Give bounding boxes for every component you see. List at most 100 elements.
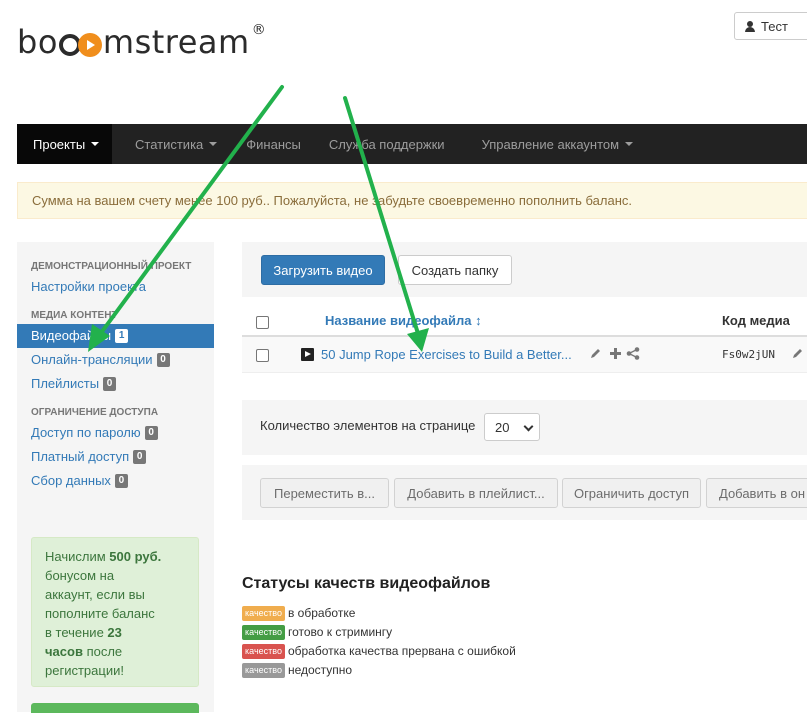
- status-label-processing: качество: [242, 605, 285, 621]
- video-play-icon[interactable]: [301, 348, 314, 361]
- bulk-actions-bar: Переместить в... Добавить в плейлист... …: [242, 465, 807, 520]
- items-per-page-label: Количество элементов на странице: [260, 418, 476, 433]
- status-row-error: качество обработка качества прервана с о…: [242, 643, 516, 659]
- status-row-unavailable: качество недоступно: [242, 662, 352, 678]
- status-text: готово к стримингу: [287, 625, 393, 639]
- boomstream-logo[interactable]: bo mstream ®: [17, 20, 266, 64]
- sidebar-header-demo: ДЕМОНСТРАЦИОННЫЙ ПРОЕКТ: [31, 261, 192, 272]
- column-name-label: Название видеофайла: [325, 313, 472, 328]
- logo-text-prefix: bo: [17, 23, 58, 61]
- caret-down-icon: [209, 142, 218, 146]
- bonus-text: Начислим: [45, 549, 110, 564]
- plus-add-icon[interactable]: [610, 347, 621, 361]
- status-text: недоступно: [287, 663, 353, 677]
- bonus-offer-box: Начислим 500 руб. бонусом на аккаунт, ес…: [31, 537, 199, 687]
- status-label-error: качество: [242, 643, 285, 659]
- bonus-text: бонусом на: [45, 568, 115, 583]
- bonus-hours: 23: [107, 625, 122, 640]
- table-header: Название видеофайла ↕ Код медиа: [242, 305, 807, 337]
- count-badge: 0: [156, 353, 170, 367]
- count-badge: 0: [133, 450, 147, 464]
- upload-video-button[interactable]: Загрузить видео: [261, 255, 385, 285]
- restrict-access-button[interactable]: Ограничить доступ: [562, 478, 701, 508]
- nav-projects-label: Проекты: [33, 136, 86, 152]
- bonus-text: в течение: [45, 625, 108, 640]
- sidebar-item-label: Видеофайлы: [31, 328, 112, 343]
- column-header-code: Код медиа: [722, 313, 790, 328]
- sidebar-item-label: Онлайн-трансляции: [31, 352, 153, 367]
- status-text: в обработке: [287, 606, 356, 620]
- pencil-edit-icon[interactable]: [590, 347, 602, 361]
- bonus-amount: 500 руб.: [109, 549, 162, 564]
- sidebar-header-media: МЕДИА КОНТЕНТ: [31, 310, 118, 321]
- sidebar: ДЕМОНСТРАЦИОННЫЙ ПРОЕКТ Настройки проект…: [17, 242, 214, 713]
- count-badge: 0: [103, 377, 117, 391]
- video-toolbar: Загрузить видео Создать папку: [242, 242, 807, 297]
- bonus-text: регистрации!: [45, 663, 124, 678]
- sidebar-item-label: Сбор данных: [31, 473, 111, 488]
- chevron-down-icon: [523, 421, 534, 432]
- caret-down-icon: [625, 142, 634, 146]
- items-per-page-box: Количество элементов на странице 20: [242, 400, 807, 455]
- status-text: обработка качества прервана с ошибкой: [287, 644, 516, 658]
- media-code: Fs0w2jUN: [722, 348, 775, 361]
- sidebar-header-access: ОГРАНИЧЕНИЕ ДОСТУПА: [31, 407, 159, 418]
- sidebar-item-data-collection[interactable]: Сбор данных 0: [17, 469, 214, 493]
- sidebar-item-live-streams[interactable]: Онлайн-трансляции 0: [17, 348, 214, 372]
- add-to-other-button[interactable]: Добавить в он: [706, 478, 807, 508]
- user-name: Тест: [761, 18, 788, 34]
- create-folder-button[interactable]: Создать папку: [398, 255, 512, 285]
- move-to-button[interactable]: Переместить в...: [260, 478, 389, 508]
- sidebar-item-password-access[interactable]: Доступ по паролю 0: [17, 421, 214, 445]
- nav-support[interactable]: Служба поддержки: [317, 124, 461, 164]
- low-balance-alert: Сумма на вашем счету менее 100 руб.. Пож…: [17, 182, 807, 219]
- count-badge: 0: [144, 426, 158, 440]
- nav-finance[interactable]: Финансы: [233, 124, 317, 164]
- bonus-hours-word: часов: [45, 644, 83, 659]
- sidebar-item-videofiles[interactable]: Видеофайлы 1: [17, 324, 214, 348]
- bonus-text: после: [82, 644, 123, 659]
- select-all-checkbox[interactable]: [256, 316, 269, 329]
- items-per-page-select[interactable]: 20: [484, 413, 540, 441]
- bonus-text: пополните баланс: [45, 606, 155, 621]
- nav-projects[interactable]: Проекты: [17, 124, 112, 164]
- sidebar-item-playlists[interactable]: Плейлисты 0: [17, 372, 214, 396]
- nav-account-label: Управление аккаунтом: [481, 136, 620, 152]
- video-title-link[interactable]: 50 Jump Rope Exercises to Build a Better…: [321, 347, 572, 362]
- sidebar-item-label: Настройки проекта: [31, 279, 146, 294]
- logo-text-suffix: mstream: [102, 23, 250, 61]
- pencil-edit-icon[interactable]: [792, 347, 804, 361]
- videos-table: Название видеофайла ↕ Код медиа 50 Jump …: [242, 305, 807, 373]
- user-icon: [745, 20, 755, 32]
- add-to-playlist-button[interactable]: Добавить в плейлист...: [394, 478, 558, 508]
- nav-statistics-label: Статистика: [135, 136, 204, 152]
- main-navbar: Проекты Статистика Финансы Служба поддер…: [17, 124, 807, 164]
- nav-account[interactable]: Управление аккаунтом: [461, 124, 650, 164]
- status-label-ready: качество: [242, 624, 285, 640]
- caret-down-icon: [91, 142, 100, 146]
- topup-button-partial[interactable]: [31, 703, 199, 713]
- items-per-page-value: 20: [495, 419, 510, 435]
- sidebar-item-label: Плейлисты: [31, 376, 100, 391]
- user-menu-button[interactable]: Тест: [734, 12, 807, 40]
- status-label-unavailable: качество: [242, 662, 285, 678]
- row-checkbox[interactable]: [256, 349, 269, 362]
- sidebar-item-label: Платный доступ: [31, 449, 130, 464]
- logo-play-mark: [58, 27, 102, 57]
- registered-mark: ®: [251, 22, 267, 38]
- alert-text: Сумма на вашем счету менее 100 руб.. Пож…: [32, 193, 632, 208]
- sidebar-item-label: Доступ по паролю: [31, 425, 141, 440]
- sidebar-item-paid-access[interactable]: Платный доступ 0: [17, 445, 214, 469]
- status-row-ready: качество готово к стримингу: [242, 624, 392, 640]
- sidebar-item-project-settings[interactable]: Настройки проекта: [17, 275, 214, 299]
- status-row-processing: качество в обработке: [242, 605, 355, 621]
- sort-icon: ↕: [475, 313, 482, 328]
- count-badge: 0: [114, 474, 128, 488]
- count-badge: 1: [115, 329, 129, 343]
- table-row: 50 Jump Rope Exercises to Build a Better…: [242, 337, 807, 373]
- share-icon[interactable]: [626, 347, 640, 362]
- nav-statistics[interactable]: Статистика: [112, 124, 233, 164]
- quality-status-title: Статусы качеств видеофайлов: [242, 575, 491, 592]
- bonus-text: аккаунт, если вы: [45, 587, 145, 602]
- column-header-name[interactable]: Название видеофайла ↕: [325, 313, 482, 328]
